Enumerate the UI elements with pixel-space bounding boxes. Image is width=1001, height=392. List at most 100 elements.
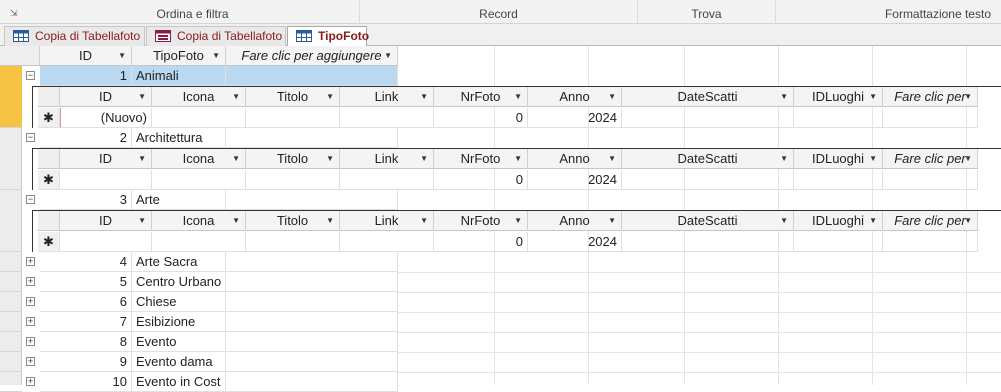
sub-cell-datescatti[interactable] (622, 108, 794, 128)
sub-column-header-add-field[interactable]: Fare clic per ▼ (883, 211, 978, 231)
dropdown-arrow-icon[interactable]: ▼ (138, 87, 146, 107)
sub-cell-link[interactable] (340, 108, 434, 128)
record-selector[interactable] (0, 190, 22, 252)
expand-icon[interactable]: + (26, 357, 35, 366)
expand-icon[interactable]: + (26, 257, 35, 266)
record-selector[interactable] (0, 292, 22, 312)
sub-cell-anno[interactable]: 2024 (528, 108, 622, 128)
sub-column-header-anno[interactable]: Anno ▼ (528, 211, 622, 231)
dropdown-arrow-icon[interactable]: ▼ (514, 149, 522, 169)
sub-cell-anno[interactable]: 2024 (528, 232, 622, 252)
cell-tipofoto[interactable]: Arte (132, 190, 226, 210)
sub-column-header-add-field[interactable]: Fare clic per ▼ (883, 87, 978, 107)
dropdown-arrow-icon[interactable]: ▼ (869, 211, 877, 231)
sub-column-header-add-field[interactable]: Fare clic per ▼ (883, 149, 978, 169)
dropdown-arrow-icon[interactable]: ▼ (384, 46, 392, 66)
sub-cell-icona[interactable] (152, 170, 246, 190)
dropdown-arrow-icon[interactable]: ▼ (232, 211, 240, 231)
cell-id[interactable]: 5 (40, 272, 132, 292)
sub-column-header-id[interactable]: ID ▼ (60, 87, 152, 107)
cell-tipofoto[interactable]: Arte Sacra (132, 252, 226, 272)
dropdown-arrow-icon[interactable]: ▼ (964, 211, 972, 231)
cell-tipofoto[interactable]: Evento (132, 332, 226, 352)
cell-empty[interactable] (226, 190, 398, 210)
dropdown-arrow-icon[interactable]: ▼ (964, 149, 972, 169)
record-selector[interactable] (0, 252, 22, 272)
sub-cell-id-new[interactable]: (Nuovo) (60, 108, 152, 128)
cell-id[interactable]: 1 (40, 66, 132, 86)
sub-cell-link[interactable] (340, 170, 434, 190)
dropdown-arrow-icon[interactable]: ▼ (326, 149, 334, 169)
sub-cell-add-field[interactable] (883, 170, 978, 190)
cell-empty[interactable] (226, 312, 398, 332)
collapse-icon[interactable]: − (26, 195, 35, 204)
cell-empty[interactable] (226, 252, 398, 272)
sub-cell-id[interactable] (60, 170, 152, 190)
dropdown-arrow-icon[interactable]: ▼ (212, 46, 220, 66)
cell-empty[interactable] (226, 66, 398, 86)
sub-cell-link[interactable] (340, 232, 434, 252)
sub-column-header-nrfoto[interactable]: NrFoto ▼ (434, 211, 528, 231)
sub-cell-titolo[interactable] (246, 232, 340, 252)
sub-column-header-titolo[interactable]: Titolo ▼ (246, 211, 340, 231)
sub-column-header-link[interactable]: Link ▼ (340, 211, 434, 231)
record-selector[interactable] (0, 312, 22, 332)
dialog-launcher-icon[interactable]: ⇲ (10, 8, 18, 19)
sub-column-header-datescatti[interactable]: DateScatti ▼ (622, 87, 794, 107)
sub-column-header-id[interactable]: ID ▼ (60, 211, 152, 231)
sub-column-header-anno[interactable]: Anno ▼ (528, 87, 622, 107)
dropdown-arrow-icon[interactable]: ▼ (869, 149, 877, 169)
sub-column-header-icona[interactable]: Icona ▼ (152, 211, 246, 231)
sub-column-header-nrfoto[interactable]: NrFoto ▼ (434, 87, 528, 107)
sub-cell-idluoghi[interactable] (794, 108, 883, 128)
cell-empty[interactable] (226, 292, 398, 312)
sub-cell-nrfoto[interactable]: 0 (434, 108, 528, 128)
cell-id[interactable]: 7 (40, 312, 132, 332)
record-selector-current[interactable] (0, 66, 22, 128)
record-selector[interactable] (0, 272, 22, 292)
sub-column-header-link[interactable]: Link ▼ (340, 149, 434, 169)
sub-cell-datescatti[interactable] (622, 232, 794, 252)
record-selector[interactable] (0, 372, 22, 392)
sub-column-header-titolo[interactable]: Titolo ▼ (246, 87, 340, 107)
dropdown-arrow-icon[interactable]: ▼ (608, 87, 616, 107)
collapse-icon[interactable]: − (26, 71, 35, 80)
expand-icon[interactable]: + (26, 317, 35, 326)
cell-id[interactable]: 9 (40, 352, 132, 372)
sub-cell-icona[interactable] (152, 108, 246, 128)
dropdown-arrow-icon[interactable]: ▼ (326, 87, 334, 107)
dropdown-arrow-icon[interactable]: ▼ (780, 87, 788, 107)
sub-column-header-anno[interactable]: Anno ▼ (528, 149, 622, 169)
sub-column-header-idluoghi[interactable]: IDLuoghi ▼ (794, 87, 883, 107)
dropdown-arrow-icon[interactable]: ▼ (232, 87, 240, 107)
sub-cell-add-field[interactable] (883, 108, 978, 128)
expand-icon[interactable]: + (26, 297, 35, 306)
dropdown-arrow-icon[interactable]: ▼ (420, 211, 428, 231)
sub-column-header-idluoghi[interactable]: IDLuoghi ▼ (794, 211, 883, 231)
collapse-icon[interactable]: − (26, 133, 35, 142)
cell-id[interactable]: 3 (40, 190, 132, 210)
dropdown-arrow-icon[interactable]: ▼ (420, 87, 428, 107)
dropdown-arrow-icon[interactable]: ▼ (118, 46, 126, 66)
sub-column-header-nrfoto[interactable]: NrFoto ▼ (434, 149, 528, 169)
tab-copia-tabellafoto-2[interactable]: Copia di Tabellafoto (146, 26, 286, 46)
sub-cell-nrfoto[interactable]: 0 (434, 170, 528, 190)
dropdown-arrow-icon[interactable]: ▼ (869, 87, 877, 107)
sub-cell-datescatti[interactable] (622, 170, 794, 190)
sub-cell-nrfoto[interactable]: 0 (434, 232, 528, 252)
cell-id[interactable]: 4 (40, 252, 132, 272)
tab-tipofoto[interactable]: TipoFoto (287, 26, 369, 47)
cell-empty[interactable] (226, 352, 398, 372)
expand-icon[interactable]: + (26, 277, 35, 286)
dropdown-arrow-icon[interactable]: ▼ (608, 211, 616, 231)
cell-tipofoto[interactable]: Evento dama (132, 352, 226, 372)
sub-cell-id[interactable] (60, 232, 152, 252)
column-header-add-field[interactable]: Fare clic per aggiungere ▼ (226, 46, 398, 66)
column-header-id[interactable]: ID ▼ (40, 46, 132, 66)
cell-tipofoto[interactable]: Chiese (132, 292, 226, 312)
sub-column-header-idluoghi[interactable]: IDLuoghi ▼ (794, 149, 883, 169)
cell-empty[interactable] (226, 272, 398, 292)
cell-id[interactable]: 6 (40, 292, 132, 312)
dropdown-arrow-icon[interactable]: ▼ (514, 211, 522, 231)
cell-empty[interactable] (226, 128, 398, 148)
